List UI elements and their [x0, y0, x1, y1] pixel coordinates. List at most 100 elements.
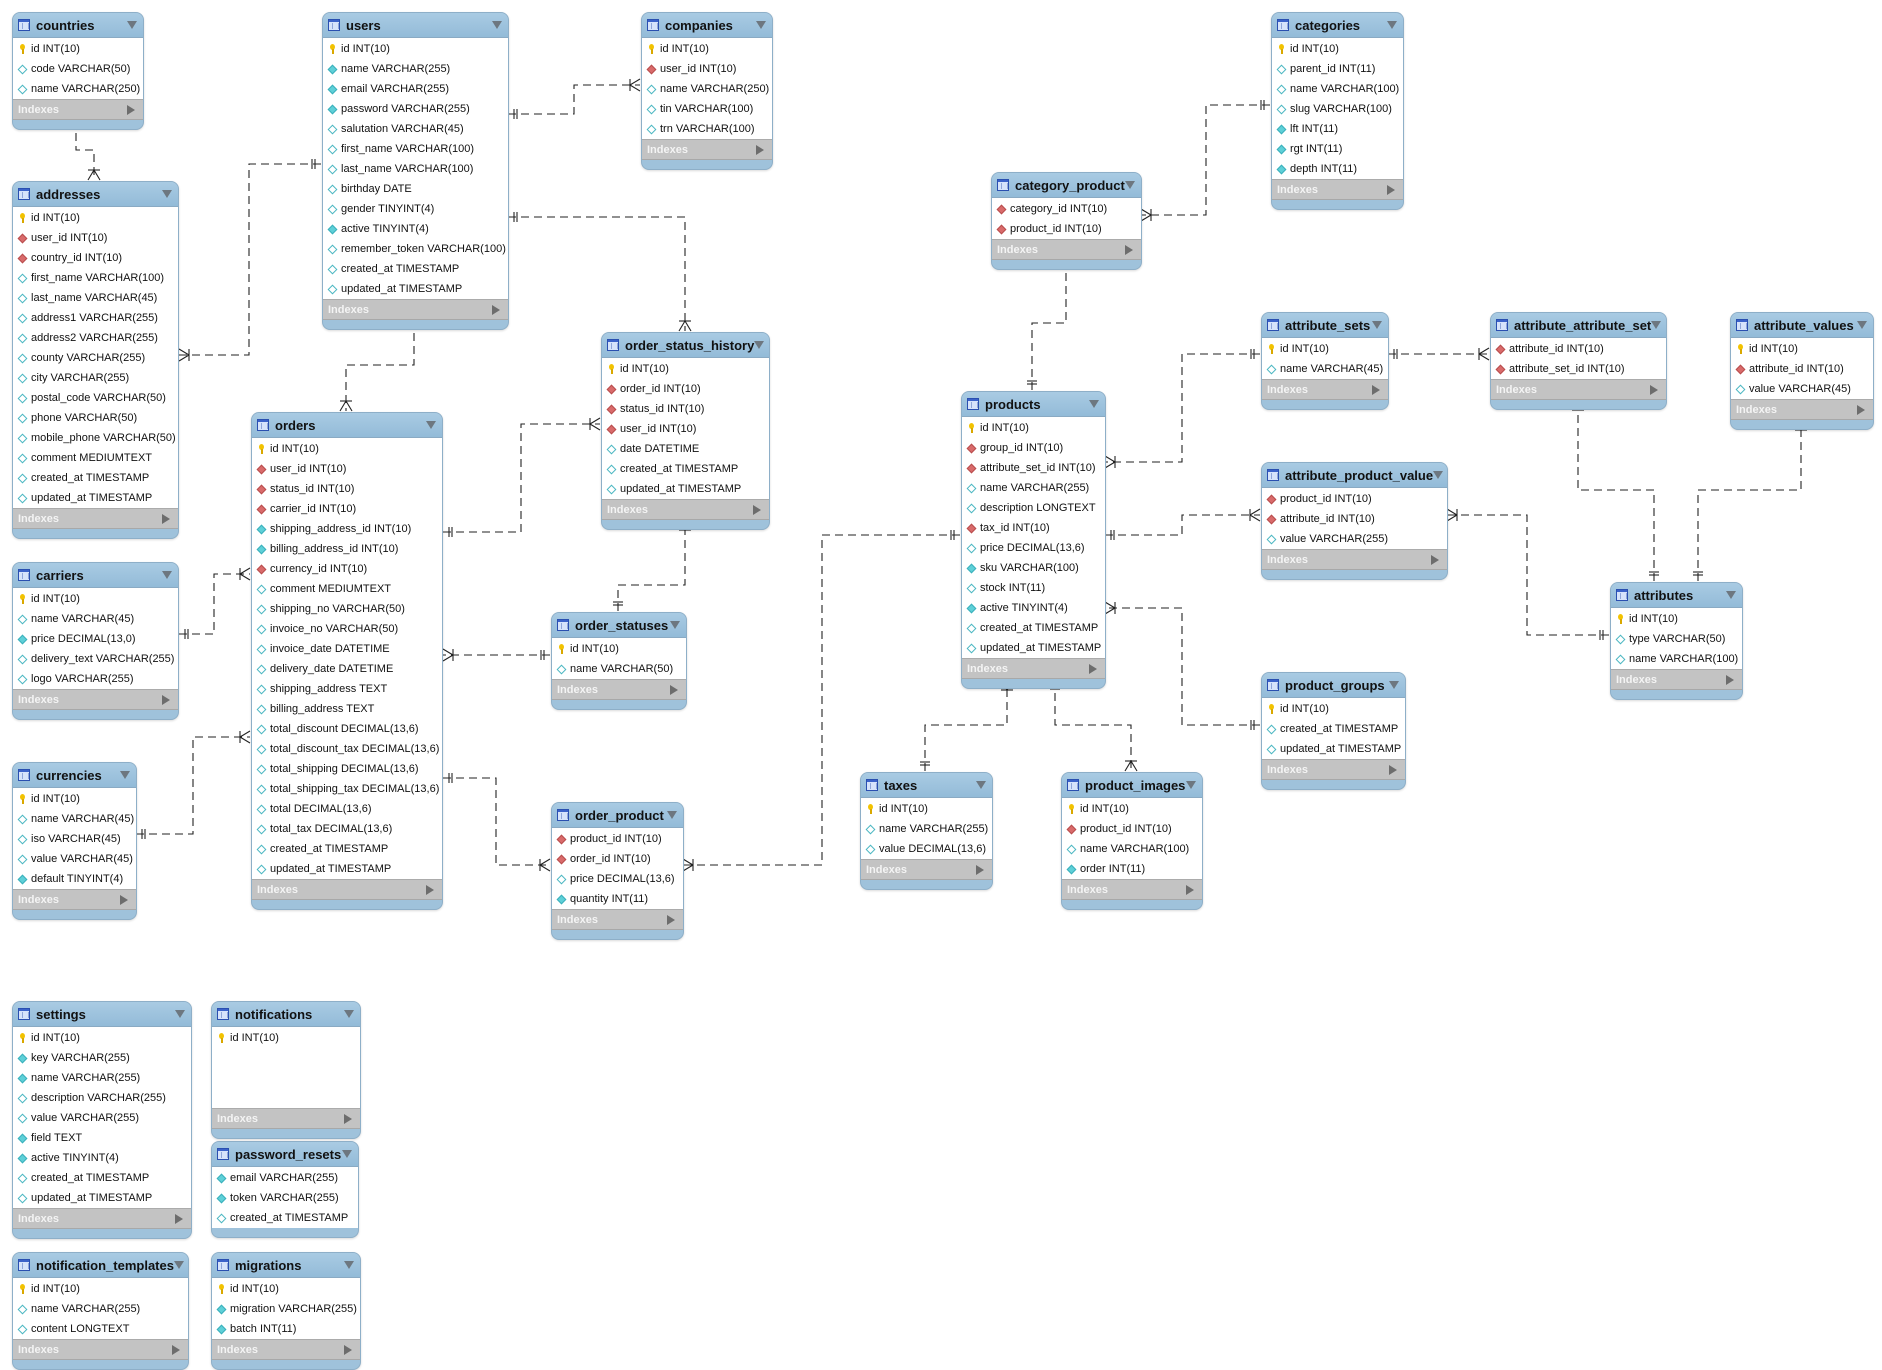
- column-row[interactable]: status_id INT(10): [602, 399, 769, 419]
- column-row[interactable]: created_at TIMESTAMP: [13, 1168, 191, 1188]
- column-row[interactable]: stock INT(11): [962, 578, 1105, 598]
- collapse-caret-icon[interactable]: [492, 21, 502, 29]
- column-row[interactable]: name VARCHAR(255): [13, 1068, 191, 1088]
- expand-arrow-icon[interactable]: [1372, 384, 1380, 395]
- expand-arrow-icon[interactable]: [1650, 384, 1658, 395]
- column-row[interactable]: updated_at TIMESTAMP: [1262, 739, 1405, 759]
- column-row[interactable]: delivery_text VARCHAR(255): [13, 649, 178, 669]
- column-row[interactable]: name VARCHAR(255): [861, 819, 992, 839]
- relationship-line-users-orders[interactable]: [345, 320, 415, 411]
- indexes-section[interactable]: Indexes: [1611, 669, 1742, 690]
- column-row[interactable]: id INT(10): [962, 418, 1105, 438]
- column-row[interactable]: migration VARCHAR(255): [212, 1299, 360, 1319]
- column-row[interactable]: name VARCHAR(45): [13, 809, 136, 829]
- column-row[interactable]: category_id INT(10): [992, 199, 1141, 219]
- table-product-images[interactable]: product_images id INT(10) product_id INT(1…: [1061, 772, 1203, 910]
- column-row[interactable]: price DECIMAL(13,6): [962, 538, 1105, 558]
- table-order-product[interactable]: order_product product_id INT(10) order_id …: [551, 802, 684, 940]
- expand-arrow-icon[interactable]: [172, 1344, 180, 1355]
- column-row[interactable]: name VARCHAR(255): [323, 59, 508, 79]
- table-header[interactable]: countries: [13, 13, 143, 38]
- column-row[interactable]: id INT(10): [13, 208, 178, 228]
- relationship-line-attributes-apv[interactable]: [1447, 514, 1609, 636]
- column-row[interactable]: created_at TIMESTAMP: [323, 259, 508, 279]
- column-row[interactable]: active TINYINT(4): [13, 1148, 191, 1168]
- table-products[interactable]: products id INT(10) group_id INT(10) attrib…: [961, 391, 1106, 689]
- column-row[interactable]: order_id INT(10): [602, 379, 769, 399]
- expand-arrow-icon[interactable]: [667, 914, 675, 925]
- column-row[interactable]: created_at TIMESTAMP: [602, 459, 769, 479]
- table-product-groups[interactable]: product_groups id INT(10) created_at TIMES…: [1261, 672, 1406, 790]
- table-header[interactable]: notifications: [212, 1002, 360, 1027]
- column-row[interactable]: iso VARCHAR(45): [13, 829, 136, 849]
- indexes-section[interactable]: Indexes: [552, 909, 683, 930]
- collapse-caret-icon[interactable]: [754, 341, 765, 349]
- relationship-line-product-groups-products[interactable]: [1105, 607, 1260, 726]
- table-header[interactable]: attributes: [1611, 583, 1742, 608]
- column-row[interactable]: first_name VARCHAR(100): [323, 139, 508, 159]
- column-row[interactable]: invoice_no VARCHAR(50): [252, 619, 442, 639]
- column-row[interactable]: group_id INT(10): [962, 438, 1105, 458]
- collapse-caret-icon[interactable]: [1726, 591, 1736, 599]
- table-carriers[interactable]: carriers id INT(10) name VARCHAR(45) price …: [12, 562, 179, 720]
- column-row[interactable]: id INT(10): [552, 639, 686, 659]
- indexes-section[interactable]: Indexes: [13, 1339, 188, 1360]
- column-row[interactable]: value VARCHAR(255): [13, 1108, 191, 1128]
- collapse-caret-icon[interactable]: [1372, 321, 1382, 329]
- column-row[interactable]: product_id INT(10): [992, 219, 1141, 239]
- expand-arrow-icon[interactable]: [1389, 764, 1397, 775]
- collapse-caret-icon[interactable]: [756, 21, 766, 29]
- column-row[interactable]: product_id INT(10): [1262, 489, 1447, 509]
- column-row[interactable]: total_discount DECIMAL(13,6): [252, 719, 442, 739]
- column-row[interactable]: depth INT(11): [1272, 159, 1403, 179]
- column-row[interactable]: id INT(10): [602, 359, 769, 379]
- column-row[interactable]: attribute_id INT(10): [1731, 359, 1873, 379]
- column-row[interactable]: id INT(10): [1262, 339, 1388, 359]
- expand-arrow-icon[interactable]: [1857, 404, 1865, 415]
- expand-arrow-icon[interactable]: [162, 513, 170, 524]
- table-header[interactable]: attribute_sets: [1262, 313, 1388, 338]
- table-header[interactable]: migrations: [212, 1253, 360, 1278]
- column-row[interactable]: birthday DATE: [323, 179, 508, 199]
- relationship-line-orders-order-status-history[interactable]: [443, 423, 600, 533]
- indexes-section[interactable]: Indexes: [602, 499, 769, 520]
- column-row[interactable]: tin VARCHAR(100): [642, 99, 772, 119]
- column-row[interactable]: content LONGTEXT: [13, 1319, 188, 1339]
- column-row[interactable]: description LONGTEXT: [962, 498, 1105, 518]
- collapse-caret-icon[interactable]: [1857, 321, 1867, 329]
- table-header[interactable]: order_product: [552, 803, 683, 828]
- expand-arrow-icon[interactable]: [426, 884, 434, 895]
- column-row[interactable]: default TINYINT(4): [13, 869, 136, 889]
- indexes-section[interactable]: Indexes: [323, 299, 508, 320]
- column-row[interactable]: total_tax DECIMAL(13,6): [252, 819, 442, 839]
- column-row[interactable]: attribute_set_id INT(10): [1491, 359, 1666, 379]
- indexes-section[interactable]: Indexes: [992, 239, 1141, 260]
- column-row[interactable]: quantity INT(11): [552, 889, 683, 909]
- table-category-product[interactable]: category_product category_id INT(10) produ…: [991, 172, 1142, 270]
- column-row[interactable]: updated_at TIMESTAMP: [13, 488, 178, 508]
- column-row[interactable]: key VARCHAR(255): [13, 1048, 191, 1068]
- column-row[interactable]: sku VARCHAR(100): [962, 558, 1105, 578]
- column-row[interactable]: id INT(10): [1262, 699, 1405, 719]
- collapse-caret-icon[interactable]: [173, 1261, 184, 1269]
- column-row[interactable]: last_name VARCHAR(100): [323, 159, 508, 179]
- column-row[interactable]: updated_at TIMESTAMP: [252, 859, 442, 879]
- table-migrations[interactable]: migrations id INT(10) migration VARCHAR(25…: [211, 1252, 361, 1370]
- expand-arrow-icon[interactable]: [1726, 674, 1734, 685]
- column-row[interactable]: created_at TIMESTAMP: [212, 1208, 358, 1228]
- indexes-section[interactable]: Indexes: [1262, 379, 1388, 400]
- expand-arrow-icon[interactable]: [756, 144, 764, 155]
- indexes-section[interactable]: Indexes: [1262, 759, 1405, 780]
- column-row[interactable]: id INT(10): [13, 589, 178, 609]
- relationship-line-products-category-product[interactable]: [1031, 258, 1067, 390]
- column-row[interactable]: updated_at TIMESTAMP: [602, 479, 769, 499]
- column-row[interactable]: billing_address_id INT(10): [252, 539, 442, 559]
- column-row[interactable]: value VARCHAR(45): [13, 849, 136, 869]
- table-header[interactable]: companies: [642, 13, 772, 38]
- table-header[interactable]: orders: [252, 413, 442, 438]
- column-row[interactable]: delivery_date DATETIME: [252, 659, 442, 679]
- table-header[interactable]: carriers: [13, 563, 178, 588]
- collapse-caret-icon[interactable]: [1387, 21, 1397, 29]
- column-row[interactable]: user_id INT(10): [602, 419, 769, 439]
- table-header[interactable]: taxes: [861, 773, 992, 798]
